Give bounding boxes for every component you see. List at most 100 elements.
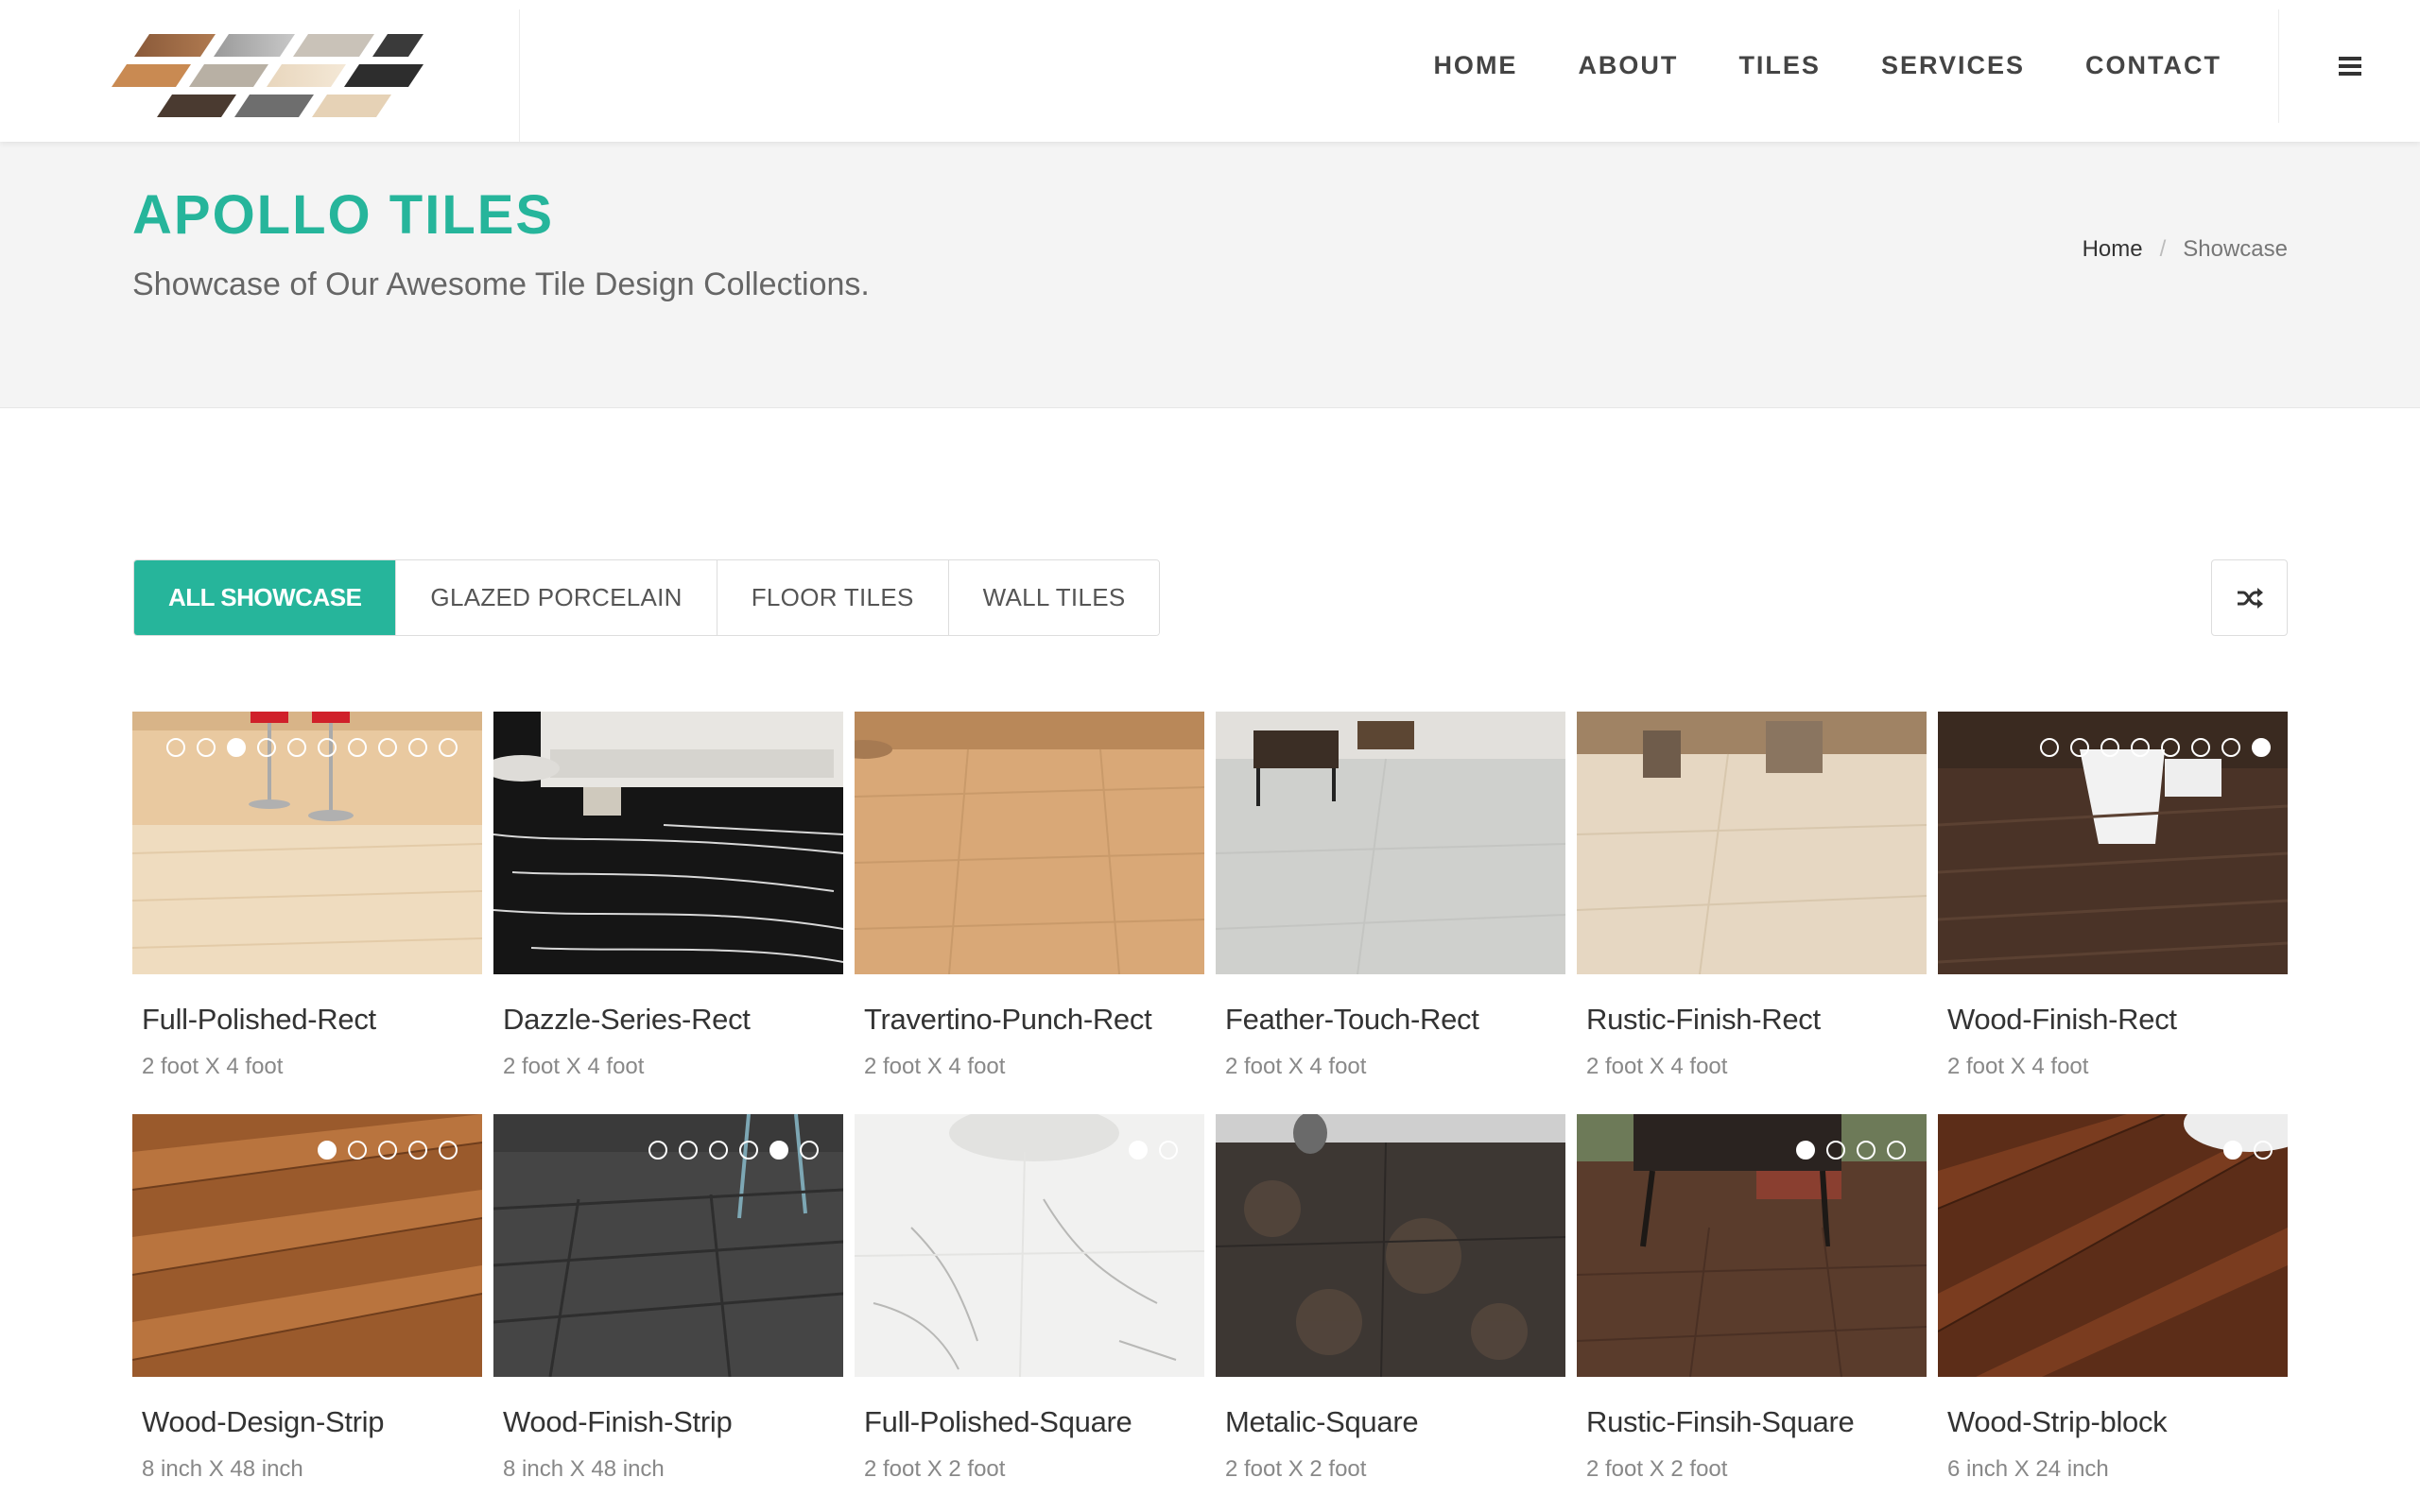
slider-dot[interactable] [439, 738, 458, 757]
slider-dot[interactable] [2070, 738, 2089, 757]
slider-dots [318, 1141, 458, 1160]
product-image[interactable] [493, 712, 843, 974]
product-title[interactable]: Dazzle-Series-Rect [503, 1003, 751, 1037]
product-title[interactable]: Travertino-Punch-Rect [864, 1003, 1152, 1037]
slider-dot[interactable] [2040, 738, 2059, 757]
product-card[interactable]: Wood-Strip-block 6 inch X 24 inch [1938, 1114, 2288, 1512]
slider-dot[interactable] [378, 738, 397, 757]
slider-dot[interactable] [1159, 1141, 1178, 1160]
slider-dot[interactable] [679, 1141, 698, 1160]
product-image[interactable] [1216, 1114, 1565, 1377]
slider-dots [166, 738, 458, 757]
slider-dot[interactable] [2254, 1141, 2273, 1160]
filter-glazed-porcelain[interactable]: GLAZED PORCELAIN [396, 560, 717, 635]
nav-services-link[interactable]: SERVICES [1881, 51, 2025, 80]
product-image[interactable] [1938, 712, 2288, 974]
product-card[interactable]: Dazzle-Series-Rect 2 foot X 4 foot [493, 712, 843, 1114]
slider-dots [1796, 1141, 1906, 1160]
tile-photo [1577, 712, 1927, 974]
slider-dot-active[interactable] [769, 1141, 788, 1160]
slider-dot[interactable] [348, 738, 367, 757]
product-size: 2 foot X 4 foot [1586, 1054, 1728, 1079]
slider-dots [1129, 1141, 1178, 1160]
slider-dot[interactable] [197, 738, 216, 757]
product-card[interactable]: Wood-Finish-Strip 8 inch X 48 inch [493, 1114, 843, 1512]
product-size: 2 foot X 4 foot [142, 1054, 284, 1079]
product-card[interactable]: Wood-Finish-Rect 2 foot X 4 foot [1938, 712, 2288, 1114]
slider-dot[interactable] [166, 738, 185, 757]
product-title[interactable]: Feather-Touch-Rect [1225, 1003, 1479, 1037]
product-card[interactable]: Metalic-Square 2 foot X 2 foot [1216, 1114, 1565, 1512]
shuffle-button[interactable] [2211, 559, 2288, 636]
product-image[interactable] [1577, 1114, 1927, 1377]
tile-photo [855, 712, 1204, 974]
product-title[interactable]: Metalic-Square [1225, 1405, 1419, 1439]
product-title[interactable]: Rustic-Finish-Rect [1586, 1003, 1821, 1037]
slider-dot[interactable] [2221, 738, 2240, 757]
product-image[interactable] [493, 1114, 843, 1377]
product-title[interactable]: Wood-Design-Strip [142, 1405, 385, 1439]
page-title: APOLLO TILES [132, 184, 555, 246]
filter-all-showcase[interactable]: ALL SHOWCASE [134, 560, 397, 635]
filter-floor-tiles[interactable]: FLOOR TILES [717, 560, 949, 635]
slider-dot[interactable] [408, 1141, 427, 1160]
product-size: 8 inch X 48 inch [142, 1456, 303, 1482]
product-card[interactable]: Travertino-Punch-Rect 2 foot X 4 foot [855, 712, 1204, 1114]
breadcrumb-home-link[interactable]: Home [2083, 236, 2143, 263]
page-subtitle: Showcase of Our Awesome Tile Design Coll… [132, 266, 870, 302]
main-nav: HOME ABOUT TILES SERVICES CONTACT [1433, 0, 2221, 130]
product-title[interactable]: Full-Polished-Square [864, 1405, 1132, 1439]
slider-dot[interactable] [1857, 1141, 1876, 1160]
slider-dot[interactable] [378, 1141, 397, 1160]
product-card[interactable]: Feather-Touch-Rect 2 foot X 4 foot [1216, 712, 1565, 1114]
slider-dot[interactable] [2100, 738, 2119, 757]
product-grid: Full-Polished-Rect 2 foot X 4 foot Dazzl… [132, 712, 2288, 1512]
product-card[interactable]: Wood-Design-Strip 8 inch X 48 inch [132, 1114, 482, 1512]
slider-dot[interactable] [318, 738, 337, 757]
slider-dot[interactable] [800, 1141, 819, 1160]
slider-dot-active[interactable] [318, 1141, 337, 1160]
product-card[interactable]: Full-Polished-Rect 2 foot X 4 foot [132, 712, 482, 1114]
product-image[interactable] [855, 1114, 1204, 1377]
slider-dot-active[interactable] [1796, 1141, 1815, 1160]
nav-tiles-link[interactable]: TILES [1738, 51, 1821, 80]
slider-dot-active[interactable] [1129, 1141, 1148, 1160]
hamburger-menu-icon[interactable] [2339, 57, 2361, 76]
product-image[interactable] [1938, 1114, 2288, 1377]
product-card[interactable]: Rustic-Finsih-Square 2 foot X 2 foot [1577, 1114, 1927, 1512]
product-size: 2 foot X 4 foot [1947, 1054, 2089, 1079]
slider-dot-active[interactable] [2223, 1141, 2242, 1160]
product-image[interactable] [132, 712, 482, 974]
slider-dot[interactable] [348, 1141, 367, 1160]
slider-dot[interactable] [2191, 738, 2210, 757]
product-card[interactable]: Rustic-Finish-Rect 2 foot X 4 foot [1577, 712, 1927, 1114]
product-image[interactable] [855, 712, 1204, 974]
nav-contact-link[interactable]: CONTACT [2085, 51, 2221, 80]
filter-wall-tiles[interactable]: WALL TILES [948, 560, 1160, 635]
slider-dot[interactable] [2131, 738, 2150, 757]
product-image[interactable] [132, 1114, 482, 1377]
slider-dot[interactable] [287, 738, 306, 757]
product-title[interactable]: Wood-Finish-Strip [503, 1405, 733, 1439]
nav-about-link[interactable]: ABOUT [1578, 51, 1678, 80]
product-title[interactable]: Wood-Finish-Rect [1947, 1003, 2177, 1037]
slider-dot[interactable] [709, 1141, 728, 1160]
slider-dot[interactable] [1826, 1141, 1845, 1160]
slider-dot[interactable] [408, 738, 427, 757]
slider-dot[interactable] [439, 1141, 458, 1160]
slider-dot[interactable] [2161, 738, 2180, 757]
slider-dot-active[interactable] [227, 738, 246, 757]
product-image[interactable] [1577, 712, 1927, 974]
slider-dot[interactable] [739, 1141, 758, 1160]
product-image[interactable] [1216, 712, 1565, 974]
slider-dot-active[interactable] [2252, 738, 2271, 757]
slider-dot[interactable] [257, 738, 276, 757]
product-title[interactable]: Full-Polished-Rect [142, 1003, 376, 1037]
logo-container[interactable] [9, 9, 520, 142]
slider-dot[interactable] [648, 1141, 667, 1160]
product-title[interactable]: Rustic-Finsih-Square [1586, 1405, 1855, 1439]
product-title[interactable]: Wood-Strip-block [1947, 1405, 2168, 1439]
product-card[interactable]: Full-Polished-Square 2 foot X 2 foot [855, 1114, 1204, 1512]
nav-home-link[interactable]: HOME [1433, 51, 1517, 80]
slider-dot[interactable] [1887, 1141, 1906, 1160]
